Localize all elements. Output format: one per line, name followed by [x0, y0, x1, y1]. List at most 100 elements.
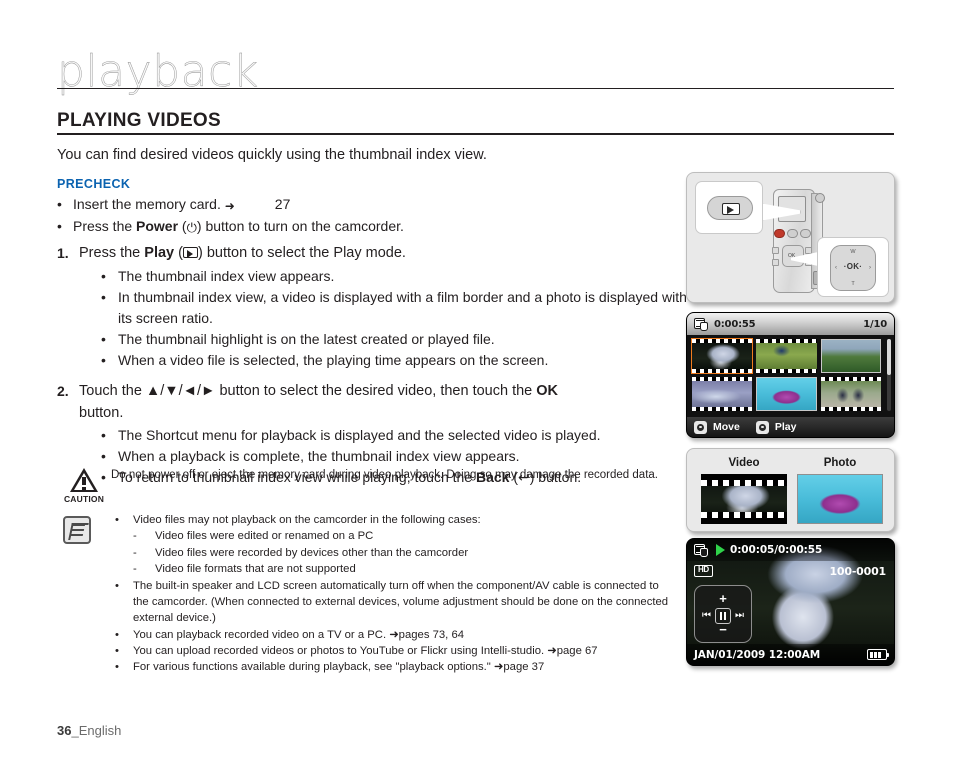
photo-thumbnail-example — [797, 474, 883, 524]
precheck-insert-page: 27 — [274, 196, 291, 212]
precheck-list: • Insert the memory card. ➜ 27 • Press th… — [57, 194, 677, 238]
precheck-power-text-before: Press the — [73, 217, 137, 234]
next-button[interactable]: ⏭ — [735, 611, 744, 621]
thumbnail-item-3[interactable] — [820, 339, 881, 373]
recording-date: JAN/01/2009 12:00AM — [694, 648, 821, 661]
scrollbar-thumb[interactable] — [887, 339, 891, 375]
figure-playback-screen: 0:00:05/0:00:55 HD 100-0001 + ⏮ ⏭ − JAN/… — [686, 538, 895, 666]
play-label: Play — [774, 421, 797, 433]
index-counter: 1/10 — [863, 318, 887, 330]
ok-navigation-pad: W ‹ ·OK· › T — [830, 245, 876, 291]
move-label: Move — [713, 421, 740, 433]
note-item: • The built-in speaker and LCD screen aut… — [115, 578, 677, 627]
playback-time: 0:00:05/0:00:55 — [730, 544, 823, 556]
note-dash-list: - Video files were edited or renamed on a… — [115, 528, 677, 577]
page-number: 36 — [57, 723, 72, 738]
dash-glyph: - — [133, 546, 137, 559]
precheck-item-power-on: • Press the Power (⏻) button to turn on … — [57, 216, 677, 238]
sub-item: • When a playback is complete, the thumbn… — [101, 446, 687, 467]
figure-thumbnail-index-view: 0:00:55 1/10 Move Play — [686, 312, 895, 438]
precheck-heading: PRECHECK — [57, 177, 131, 191]
play-icon — [182, 247, 198, 258]
pad-right-label: › — [869, 265, 871, 271]
index-status-bar: 0:00:55 1/10 — [687, 313, 894, 335]
bullet-glyph: • — [115, 514, 119, 526]
bullet-glyph: • — [115, 661, 119, 674]
precheck-item-insert-card: • Insert the memory card. ➜ 27 — [57, 194, 677, 216]
bullet-glyph: • — [101, 427, 106, 444]
chapter-divider — [57, 88, 894, 89]
page-footer: 36_English — [57, 723, 121, 738]
bullet-glyph: • — [101, 351, 106, 368]
photo-label: Photo — [823, 457, 857, 469]
chapter-title: playback — [57, 46, 259, 97]
bullet-glyph: • — [115, 628, 119, 641]
thumbnail-item-5[interactable] — [756, 377, 817, 411]
page-language: _English — [71, 723, 122, 738]
bullet-glyph: • — [57, 217, 62, 234]
step-1-bold: Play — [144, 245, 175, 261]
video-label: Video — [728, 457, 760, 469]
photo-example-column: Photo — [797, 457, 883, 524]
bullet-glyph: • — [101, 288, 106, 305]
figure-video-photo-comparison: Video Photo — [686, 448, 895, 532]
note-item: • You can upload recorded videos or photo… — [115, 643, 677, 659]
bullet-glyph: • — [57, 196, 62, 212]
thumbnail-item-2[interactable] — [756, 339, 817, 373]
bullet-glyph: • — [101, 330, 106, 347]
note-dash-item: - Video file formats that are not support… — [133, 561, 677, 577]
step-2-bold: OK — [536, 382, 558, 399]
dash-glyph: - — [133, 530, 137, 543]
video-playback-mode-icon — [694, 543, 709, 557]
video-playback-mode-icon — [694, 317, 709, 331]
caution-note: CAUTION Do not power off or eject the me… — [57, 466, 677, 504]
sub-item: • When a video file is selected, the play… — [101, 350, 687, 371]
bullet-glyph: • — [101, 267, 106, 284]
section-divider — [57, 133, 894, 135]
step-1-lead: Press the Play () button to select the P… — [79, 245, 406, 261]
note-item: • Video files may not playback on the cam… — [115, 512, 677, 528]
sub-item: • The Shortcut menu for playback is displ… — [101, 425, 687, 446]
volume-down-button[interactable]: − — [695, 623, 751, 636]
note-item: • You can playback recorded video on a TV… — [115, 627, 677, 643]
bullet-glyph: • — [101, 448, 106, 465]
index-bottom-bar: Move Play — [687, 417, 894, 437]
precheck-power-bold: Power — [136, 217, 179, 234]
step-1-sublist: • The thumbnail index view appears. • In t… — [79, 266, 687, 371]
power-icon: ⏻ — [186, 219, 197, 235]
previous-button[interactable]: ⏮ — [702, 611, 711, 621]
warning-triangle-icon — [70, 468, 98, 492]
thumbnail-grid — [690, 338, 881, 411]
quality-badge: HD — [694, 565, 713, 577]
play-triangle-icon — [716, 544, 725, 556]
thumbnail-item-6[interactable] — [820, 377, 881, 411]
caution-text: Do not power off or eject the memory car… — [111, 469, 658, 481]
shortcut-menu[interactable]: + ⏮ ⏭ − — [694, 585, 752, 643]
ok-pad-callout: W ‹ ·OK· › T — [817, 237, 889, 297]
dash-glyph: - — [133, 563, 137, 576]
precheck-insert-text: Insert the memory card. — [73, 196, 221, 212]
step-2-lead: Touch the ▲/▼/◄/► button to select the d… — [79, 382, 558, 421]
file-number: 100-0001 — [829, 565, 886, 578]
index-duration: 0:00:55 — [714, 318, 756, 330]
direction-keys-glyph: ▲/▼/◄/► — [145, 382, 216, 399]
pad-wide-label: W — [850, 249, 856, 255]
note-item: • For various functions available during … — [115, 659, 677, 675]
notes-block: • Video files may not playback on the cam… — [57, 512, 677, 676]
precheck-power-text-after: ) button to turn on the camcorder. — [196, 217, 404, 234]
video-thumbnail-example — [701, 474, 787, 524]
step-1: 1. Press the Play () button to select th… — [57, 243, 687, 371]
playback-bottom-bar: JAN/01/2009 12:00AM — [687, 644, 894, 665]
volume-up-button[interactable]: + — [695, 592, 751, 605]
thumbnail-item-1[interactable] — [690, 338, 754, 374]
thumbnail-item-4[interactable] — [692, 377, 753, 411]
page-ref-arrow-icon: ➜ — [224, 199, 235, 213]
move-navkey-icon — [694, 420, 707, 434]
pad-tele-label: T — [851, 281, 855, 287]
play-navkey-icon — [755, 420, 769, 434]
thumbnail-scrollbar[interactable] — [887, 339, 891, 411]
sub-item: • The thumbnail index view appears. — [101, 266, 687, 287]
note-dash-item: - Video files were edited or renamed on a… — [133, 528, 677, 544]
battery-full-icon — [867, 649, 890, 660]
sub-item: • The thumbnail highlight is on the lates… — [101, 329, 687, 350]
